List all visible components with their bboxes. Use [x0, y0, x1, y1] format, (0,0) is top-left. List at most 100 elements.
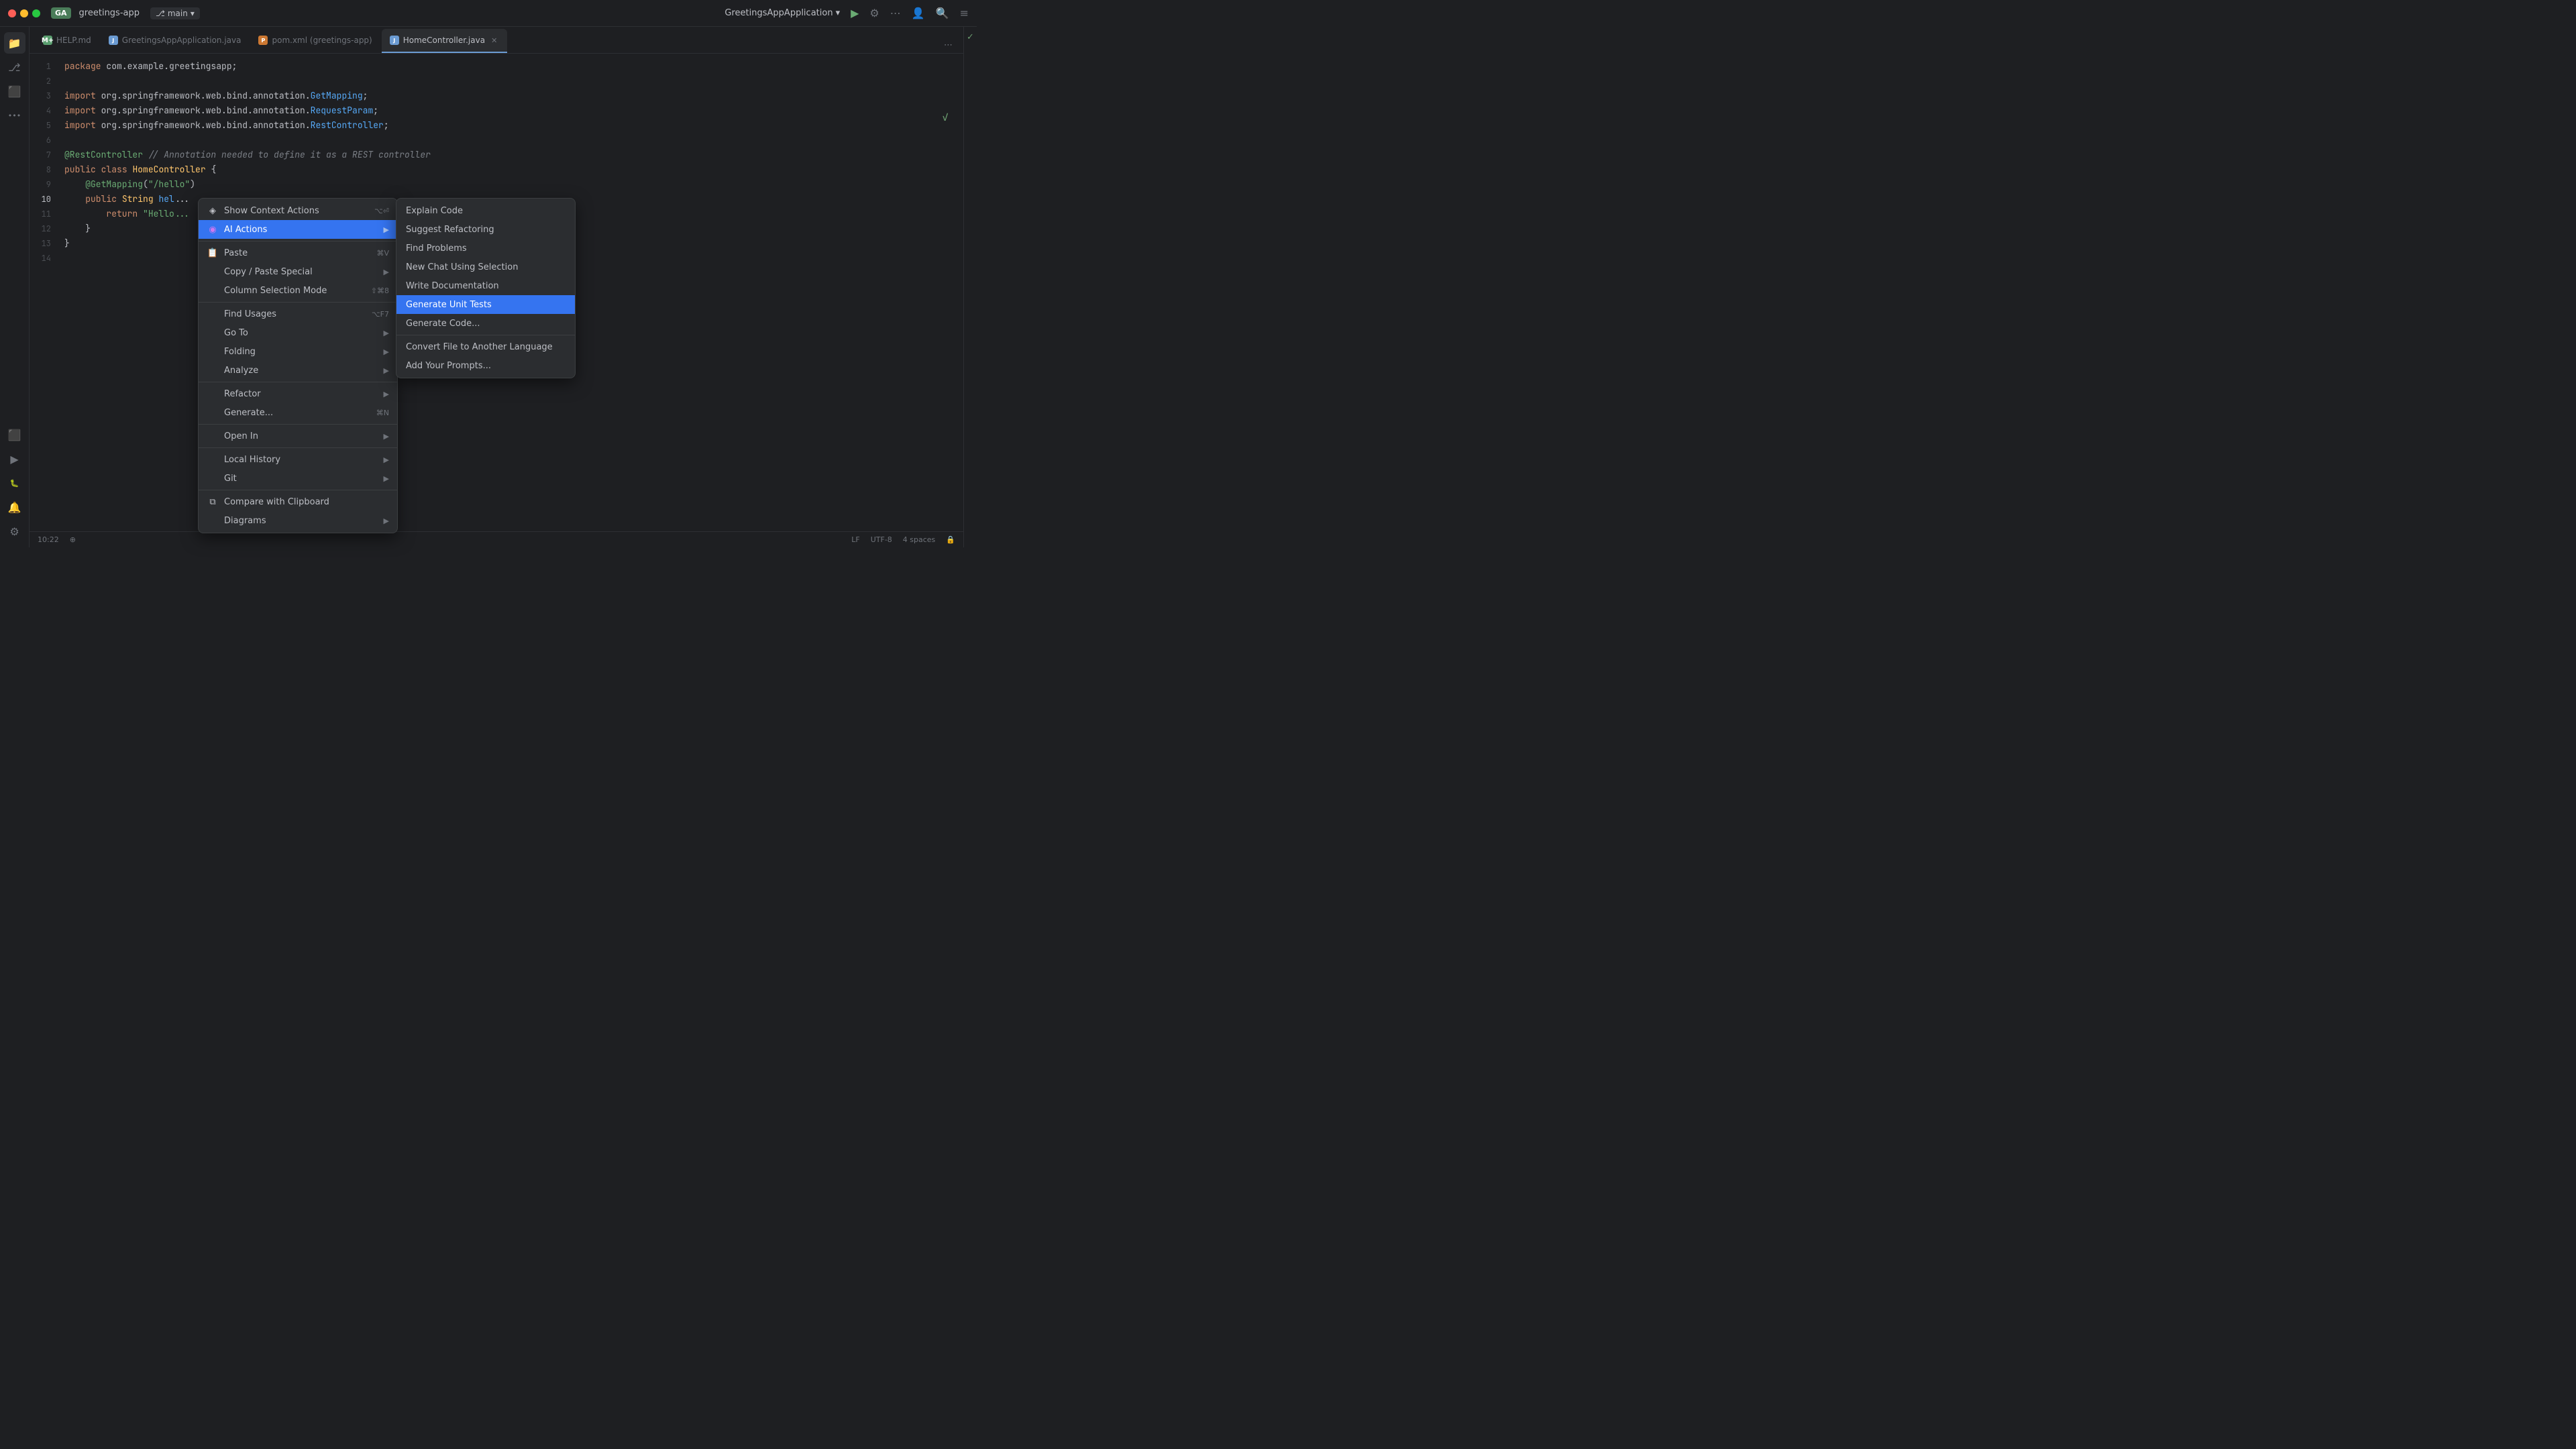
encoding-icon[interactable]: ⊕ — [70, 535, 76, 544]
sidebar-item-folder[interactable]: 📁 — [4, 32, 25, 54]
sidebar-item-debug[interactable]: 🐛 — [4, 472, 25, 494]
user-icon[interactable]: 👤 — [912, 7, 925, 19]
menu-item-diagrams[interactable]: Diagrams ▶ — [199, 511, 397, 530]
branch-badge[interactable]: ⎇ main ▾ — [150, 7, 200, 19]
submenu-item-suggest-refactoring[interactable]: Suggest Refactoring — [396, 220, 575, 239]
code-line-3: import org.springframework.web.bind.anno… — [59, 89, 963, 103]
line-ending[interactable]: LF — [851, 535, 859, 544]
maximize-button[interactable] — [32, 9, 40, 17]
tab-pom[interactable]: P pom.xml (greetings-app) — [250, 29, 380, 53]
open-in-icon — [207, 430, 219, 442]
tab-more-button[interactable]: ⋯ — [938, 38, 958, 53]
project-badge: GA — [51, 7, 71, 19]
ai-actions-submenu: Explain Code Suggest Refactoring Find Pr… — [396, 198, 576, 378]
generate-icon — [207, 407, 219, 419]
right-gutter-check: ✓ — [967, 32, 974, 42]
sidebar-item-settings[interactable]: ⚙ — [4, 521, 25, 542]
menu-item-go-to[interactable]: Go To ▶ — [199, 323, 397, 342]
search-icon[interactable]: 🔍 — [936, 7, 949, 19]
charset[interactable]: UTF-8 — [871, 535, 892, 544]
menu-item-git[interactable]: Git ▶ — [199, 469, 397, 488]
submenu-item-convert-file[interactable]: Convert File to Another Language — [396, 337, 575, 356]
sidebar-item-more[interactable]: ••• — [4, 105, 25, 126]
settings-icon[interactable]: ⚙ — [869, 7, 879, 19]
menu-item-find-usages-label: Find Usages — [224, 309, 366, 319]
find-usages-shortcut: ⌥F7 — [372, 310, 389, 319]
generate-unit-tests-label: Generate Unit Tests — [406, 300, 566, 310]
menu-item-column-selection[interactable]: Column Selection Mode ⇧⌘8 — [199, 281, 397, 300]
line-num-1: 1 — [30, 59, 51, 74]
column-selection-shortcut: ⇧⌘8 — [371, 286, 389, 295]
menu-item-refactor[interactable]: Refactor ▶ — [199, 384, 397, 403]
menu-item-show-context[interactable]: ◈ Show Context Actions ⌥⏎ — [199, 201, 397, 220]
menu-item-compare-clipboard[interactable]: ⧉ Compare with Clipboard — [199, 492, 397, 511]
status-bar: 10:22 ⊕ LF UTF-8 4 spaces 🔒 — [30, 531, 963, 547]
sidebar-item-plugins[interactable]: ⬛ — [4, 80, 25, 102]
generate-shortcut: ⌘N — [376, 409, 389, 417]
submenu-item-generate-unit-tests[interactable]: Generate Unit Tests — [396, 295, 575, 314]
menu-item-folding[interactable]: Folding ▶ — [199, 342, 397, 361]
tab-app[interactable]: J GreetingsAppApplication.java — [101, 29, 250, 53]
indent[interactable]: 4 spaces — [903, 535, 936, 544]
menu-item-open-in[interactable]: Open In ▶ — [199, 427, 397, 445]
refactor-arrow: ▶ — [384, 390, 389, 398]
more-icon[interactable]: ⋯ — [890, 7, 901, 19]
code-line-4: import org.springframework.web.bind.anno… — [59, 103, 963, 118]
submenu-item-explain-code[interactable]: Explain Code — [396, 201, 575, 220]
status-right: LF UTF-8 4 spaces 🔒 — [851, 535, 955, 544]
titlebar: GA greetings-app ⎇ main ▾ GreetingsAppAp… — [0, 0, 977, 27]
submenu-item-write-docs[interactable]: Write Documentation — [396, 276, 575, 295]
line-num-12: 12 — [30, 221, 51, 236]
tab-label-pom: pom.xml (greetings-app) — [272, 36, 372, 45]
submenu-item-find-problems[interactable]: Find Problems — [396, 239, 575, 258]
sidebar-item-git[interactable]: ⎇ — [4, 56, 25, 78]
go-to-arrow: ▶ — [384, 329, 389, 337]
line-num-7: 7 — [30, 148, 51, 162]
convert-file-label: Convert File to Another Language — [406, 342, 566, 352]
menu-item-find-usages[interactable]: Find Usages ⌥F7 — [199, 305, 397, 323]
line-numbers: 1 2 3 4 5 6 7 8 9 10 11 12 13 14 — [30, 54, 59, 531]
menu-item-copy-paste[interactable]: Copy / Paste Special ▶ — [199, 262, 397, 281]
project-name[interactable]: greetings-app — [79, 8, 140, 18]
separator-5 — [199, 447, 397, 448]
menu-item-analyze-label: Analyze — [224, 366, 381, 376]
traffic-lights — [8, 9, 40, 17]
paste-shortcut: ⌘V — [376, 249, 389, 258]
menu-item-generate[interactable]: Generate... ⌘N — [199, 403, 397, 422]
menu-item-compare-clipboard-label: Compare with Clipboard — [224, 497, 389, 507]
code-line-5: import org.springframework.web.bind.anno… — [59, 118, 963, 133]
analyze-icon — [207, 364, 219, 376]
close-button[interactable] — [8, 9, 16, 17]
menu-item-ai-actions[interactable]: ◉ AI Actions ▶ — [199, 220, 397, 239]
menu-item-open-in-label: Open In — [224, 431, 381, 441]
menu-item-git-label: Git — [224, 474, 381, 484]
tab-close-home[interactable]: ✕ — [489, 36, 499, 46]
menu-icon[interactable]: ≡ — [960, 7, 969, 19]
readonly-icon[interactable]: 🔒 — [946, 535, 955, 544]
menu-item-analyze[interactable]: Analyze ▶ — [199, 361, 397, 380]
code-line-2 — [59, 74, 963, 89]
run-button[interactable]: ▶ — [851, 7, 859, 19]
git-icon — [207, 472, 219, 484]
explain-code-label: Explain Code — [406, 206, 566, 216]
column-selection-icon — [207, 284, 219, 297]
minimize-button[interactable] — [20, 9, 28, 17]
tab-home[interactable]: J HomeController.java ✕ — [382, 29, 508, 53]
menu-item-show-context-label: Show Context Actions — [224, 206, 369, 216]
ai-actions-arrow: ▶ — [384, 225, 389, 234]
tab-help[interactable]: M+ HELP.md — [35, 29, 99, 53]
tab-icon-home: J — [390, 36, 399, 45]
line-num-6: 6 — [30, 133, 51, 148]
submenu-item-add-prompts[interactable]: Add Your Prompts... — [396, 356, 575, 375]
line-num-14: 14 — [30, 251, 51, 266]
sidebar-item-notifications[interactable]: 🔔 — [4, 496, 25, 518]
menu-item-paste[interactable]: 📋 Paste ⌘V — [199, 244, 397, 262]
titlebar-right: GreetingsAppApplication ▾ ▶ ⚙ ⋯ 👤 🔍 ≡ — [724, 7, 969, 19]
submenu-item-new-chat[interactable]: New Chat Using Selection — [396, 258, 575, 276]
sidebar-item-terminal[interactable]: ⬛ — [4, 424, 25, 445]
submenu-item-generate-code[interactable]: Generate Code... — [396, 314, 575, 333]
menu-item-copy-paste-label: Copy / Paste Special — [224, 267, 381, 277]
sidebar-item-run[interactable]: ▶ — [4, 448, 25, 470]
folding-icon — [207, 345, 219, 358]
menu-item-local-history[interactable]: Local History ▶ — [199, 450, 397, 469]
